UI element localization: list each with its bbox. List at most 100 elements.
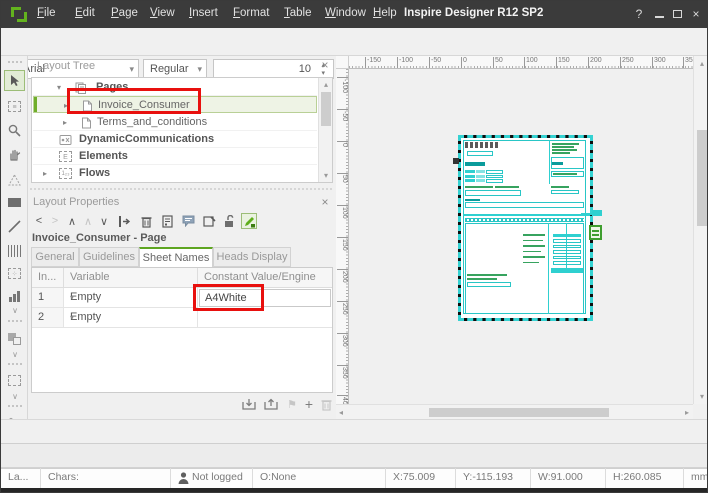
canvas-vertical-scrollbar[interactable]: ▴ ▾ xyxy=(693,56,708,404)
status-units[interactable]: mm xyxy=(684,468,708,488)
tab-guidelines[interactable]: Guidelines xyxy=(79,247,139,267)
invoice-region xyxy=(486,170,503,174)
scroll-up-icon[interactable]: ▴ xyxy=(694,59,708,68)
font-style-select[interactable]: Regular ▾ xyxy=(143,59,207,79)
variable-select[interactable]: Empty▾ xyxy=(64,288,198,308)
chevron-down-icon[interactable]: ∨ xyxy=(9,306,21,315)
export-button[interactable] xyxy=(263,397,279,411)
column-header-constant[interactable]: Constant Value/Engine xyxy=(198,268,332,288)
menu-format[interactable]: Format xyxy=(233,7,269,19)
menu-page[interactable]: Page xyxy=(111,7,138,19)
scroll-up-icon[interactable]: ▴ xyxy=(319,80,333,89)
menu-edit[interactable]: Edit xyxy=(75,7,95,19)
tree-item-elements[interactable]: E Elements xyxy=(33,148,317,165)
rectangle-tool[interactable] xyxy=(4,192,25,213)
scrollbar-thumb[interactable] xyxy=(429,408,609,417)
invoice-region xyxy=(552,143,579,145)
scrollbar-thumb[interactable] xyxy=(697,130,707,226)
menu-help[interactable]: Help xyxy=(373,7,397,19)
nav-back-button[interactable]: < xyxy=(31,213,47,229)
chart-tool[interactable] xyxy=(4,285,25,306)
design-canvas[interactable]: -150 -100 -50 0 50 100 150 200 250 300 3… xyxy=(336,56,708,419)
edit-mode-button[interactable] xyxy=(241,213,257,229)
insert-before-button[interactable] xyxy=(116,213,132,229)
nav-forward-button[interactable]: > xyxy=(47,213,63,229)
constant-value-cell[interactable] xyxy=(198,308,332,328)
menu-file[interactable]: File xyxy=(37,7,56,19)
maximize-button[interactable] xyxy=(670,6,686,22)
scroll-right-icon[interactable]: ▸ xyxy=(685,408,689,417)
column-header-variable[interactable]: Variable xyxy=(64,268,198,288)
scrollbar-thumb[interactable] xyxy=(321,92,331,126)
page-preview[interactable] xyxy=(458,135,593,321)
omr-tool[interactable]: ⁘ xyxy=(4,263,25,284)
move-down-button[interactable]: ∨ xyxy=(96,213,112,229)
constant-value-input[interactable]: A4White xyxy=(199,289,331,307)
page-edge-handle[interactable] xyxy=(453,158,459,164)
tree-item-invoice-consumer[interactable]: ▸ Invoice_Consumer xyxy=(33,96,317,113)
expander-closed-icon[interactable]: ▸ xyxy=(43,169,47,178)
comment-button[interactable] xyxy=(180,213,196,229)
chevron-down-icon[interactable]: ∨ xyxy=(9,392,21,401)
menu-window[interactable]: Window xyxy=(325,7,366,19)
minimize-button[interactable] xyxy=(652,6,668,22)
add-row-button[interactable]: + xyxy=(301,397,317,411)
tab-heads-display[interactable]: Heads Display xyxy=(213,247,291,267)
invoice-region xyxy=(523,251,541,253)
zoom-tool[interactable] xyxy=(4,120,25,141)
scroll-down-icon[interactable]: ▾ xyxy=(319,171,333,180)
font-size-input[interactable]: 10 ▴ ▾ xyxy=(213,59,334,79)
tree-item-dynamic-communications[interactable]: DynamicCommunications xyxy=(33,131,317,148)
select-tool[interactable] xyxy=(4,70,25,91)
cursor-arrow-icon xyxy=(9,74,21,87)
move-top-button[interactable]: ∧ xyxy=(80,213,96,229)
line-tool[interactable] xyxy=(4,216,25,237)
variable-select[interactable]: Empty▾ xyxy=(64,308,198,328)
flow-anchor-handle[interactable] xyxy=(589,225,602,240)
layout-tree-close-icon[interactable]: × xyxy=(319,58,331,72)
ruler-label: 50 xyxy=(493,57,503,68)
expander-closed-icon[interactable]: ▸ xyxy=(64,101,68,110)
tab-general[interactable]: General xyxy=(31,247,79,267)
objects-tool[interactable] xyxy=(4,328,25,349)
menu-view[interactable]: View xyxy=(150,7,175,19)
invoice-region xyxy=(553,173,577,175)
tree-item-pages[interactable]: ▾ Pages xyxy=(33,79,317,96)
text-frame-tool[interactable]: ≡ xyxy=(4,96,25,117)
pan-tool[interactable] xyxy=(4,144,25,165)
status-login[interactable]: Not logged xyxy=(171,468,253,488)
column-header-index[interactable]: In... xyxy=(32,268,64,288)
panel-splitter[interactable] xyxy=(29,188,333,190)
help-button[interactable]: ? xyxy=(631,6,647,22)
report-button[interactable] xyxy=(159,213,175,229)
tree-item-flows[interactable]: ▸ 1₂₃ Flows xyxy=(33,165,317,182)
lock-button[interactable] xyxy=(221,213,237,229)
tab-sheet-names[interactable]: Sheet Names xyxy=(139,247,213,268)
menu-table[interactable]: Table xyxy=(284,7,312,19)
menu-insert[interactable]: Insert xyxy=(189,7,218,19)
chevron-down-icon[interactable]: ∨ xyxy=(9,350,21,359)
invoice-region xyxy=(553,256,581,260)
delete-button[interactable] xyxy=(138,213,154,229)
checkbox-button[interactable] xyxy=(201,213,217,229)
expander-open-icon[interactable]: ▾ xyxy=(57,83,61,92)
expander-closed-icon[interactable]: ▸ xyxy=(63,118,67,127)
canvas-horizontal-scrollbar[interactable]: ◂ ▸ xyxy=(336,404,693,419)
move-up-button[interactable]: ∧ xyxy=(64,213,80,229)
layout-properties-close-icon[interactable]: × xyxy=(319,195,331,209)
scroll-down-icon[interactable]: ▾ xyxy=(694,392,708,401)
window-footer xyxy=(1,488,708,493)
toolbar-drag-handle[interactable] xyxy=(7,60,23,64)
close-button[interactable]: × xyxy=(688,6,704,22)
group-tool[interactable] xyxy=(4,370,25,391)
delete-row-button[interactable] xyxy=(318,397,334,411)
invoice-region xyxy=(553,234,581,238)
flag-icon[interactable]: ⚑ xyxy=(284,397,300,411)
path-tool[interactable] xyxy=(4,169,25,190)
import-button[interactable] xyxy=(241,397,257,411)
scroll-left-icon[interactable]: ◂ xyxy=(339,408,343,417)
tree-item-terms-and-conditions[interactable]: ▸ Terms_and_conditions xyxy=(33,114,317,131)
tree-scrollbar[interactable]: ▴ ▾ xyxy=(318,78,332,182)
flows-icon: 1₂₃ xyxy=(59,168,72,179)
barcode-tool[interactable] xyxy=(4,240,25,261)
